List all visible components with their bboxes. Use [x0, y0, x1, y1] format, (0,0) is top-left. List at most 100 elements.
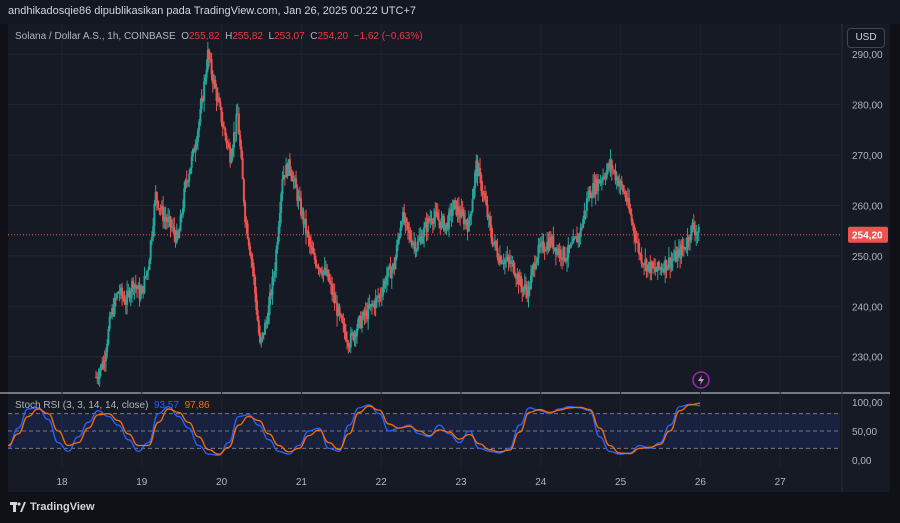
candle[interactable]: [339, 313, 342, 316]
candle[interactable]: [214, 79, 217, 88]
candle[interactable]: [418, 238, 421, 241]
candle[interactable]: [469, 216, 472, 220]
candle[interactable]: [116, 293, 119, 299]
candle[interactable]: [189, 167, 192, 174]
candle[interactable]: [467, 219, 470, 232]
candle[interactable]: [563, 247, 566, 260]
stoch-legend[interactable]: Stoch RSI (3, 3, 14, 14, close) 93,57 97…: [15, 400, 210, 411]
candle[interactable]: [153, 203, 156, 227]
candle[interactable]: [218, 97, 221, 102]
candle[interactable]: [520, 276, 523, 287]
candle[interactable]: [590, 197, 593, 199]
candle[interactable]: [395, 245, 398, 258]
candle[interactable]: [239, 134, 242, 147]
candle[interactable]: [260, 338, 263, 343]
candle[interactable]: [618, 183, 621, 186]
candle[interactable]: [440, 218, 443, 228]
candle[interactable]: [109, 315, 112, 317]
candle[interactable]: [672, 258, 675, 260]
candle[interactable]: [225, 135, 228, 143]
candle[interactable]: [500, 256, 503, 264]
candle[interactable]: [281, 179, 284, 195]
candle[interactable]: [123, 298, 126, 304]
candle[interactable]: [406, 222, 409, 230]
candle[interactable]: [143, 276, 146, 293]
candle[interactable]: [150, 236, 153, 241]
candle[interactable]: [610, 160, 613, 170]
candle[interactable]: [342, 321, 345, 324]
candle[interactable]: [313, 253, 316, 260]
candle[interactable]: [267, 304, 270, 324]
candle[interactable]: [690, 225, 693, 240]
candle[interactable]: [322, 270, 325, 276]
candle[interactable]: [433, 217, 436, 224]
candle[interactable]: [157, 200, 160, 209]
candle[interactable]: [355, 328, 358, 337]
candle[interactable]: [219, 101, 222, 108]
candle[interactable]: [670, 260, 673, 268]
candle[interactable]: [173, 226, 176, 235]
candle[interactable]: [579, 227, 582, 237]
candle[interactable]: [346, 340, 349, 343]
candle[interactable]: [624, 192, 627, 198]
candle[interactable]: [129, 292, 132, 299]
candle[interactable]: [697, 226, 700, 233]
candle[interactable]: [651, 262, 654, 268]
candle[interactable]: [360, 318, 363, 328]
candle[interactable]: [226, 142, 229, 144]
candle[interactable]: [344, 331, 347, 341]
candle[interactable]: [240, 146, 243, 159]
candle[interactable]: [232, 132, 235, 148]
candle[interactable]: [126, 290, 129, 305]
candle[interactable]: [273, 270, 276, 276]
candle[interactable]: [415, 249, 418, 252]
candle[interactable]: [195, 142, 198, 148]
candle[interactable]: [654, 267, 657, 272]
candle[interactable]: [333, 293, 336, 303]
candle[interactable]: [390, 269, 393, 279]
candle[interactable]: [534, 262, 537, 270]
candle[interactable]: [181, 207, 184, 215]
candle[interactable]: [298, 196, 301, 199]
candle[interactable]: [671, 259, 674, 261]
candle[interactable]: [108, 316, 111, 329]
candle[interactable]: [696, 232, 699, 234]
candle[interactable]: [512, 261, 515, 273]
candle[interactable]: [423, 227, 426, 237]
candle[interactable]: [204, 77, 207, 82]
candle[interactable]: [148, 259, 151, 271]
candle[interactable]: [646, 264, 649, 272]
candle[interactable]: [305, 218, 308, 234]
candle[interactable]: [531, 268, 534, 276]
candle[interactable]: [147, 270, 150, 272]
candle[interactable]: [241, 158, 244, 180]
candle[interactable]: [310, 244, 313, 248]
candle[interactable]: [198, 121, 201, 131]
candle[interactable]: [179, 215, 182, 232]
candle[interactable]: [438, 219, 441, 222]
candle[interactable]: [183, 188, 186, 208]
candle[interactable]: [629, 209, 632, 215]
candle[interactable]: [203, 81, 206, 101]
candle[interactable]: [280, 194, 283, 213]
candle[interactable]: [457, 206, 460, 215]
candle[interactable]: [292, 179, 295, 182]
symbol-legend[interactable]: Solana / Dollar A.S., 1h, COINBASE O255,…: [15, 31, 423, 42]
candle[interactable]: [631, 221, 634, 226]
candle[interactable]: [308, 237, 311, 245]
candle[interactable]: [471, 199, 474, 212]
candle[interactable]: [208, 49, 211, 59]
candle[interactable]: [411, 243, 414, 246]
candle[interactable]: [605, 170, 608, 178]
candle[interactable]: [329, 282, 332, 285]
candle[interactable]: [231, 147, 234, 156]
candle[interactable]: [572, 238, 575, 244]
candle[interactable]: [505, 259, 508, 261]
candle[interactable]: [98, 370, 101, 379]
candle[interactable]: [630, 214, 633, 222]
candle[interactable]: [341, 315, 344, 322]
candle[interactable]: [139, 293, 142, 299]
candle[interactable]: [689, 239, 692, 242]
candle[interactable]: [436, 214, 439, 220]
candle[interactable]: [496, 247, 499, 258]
